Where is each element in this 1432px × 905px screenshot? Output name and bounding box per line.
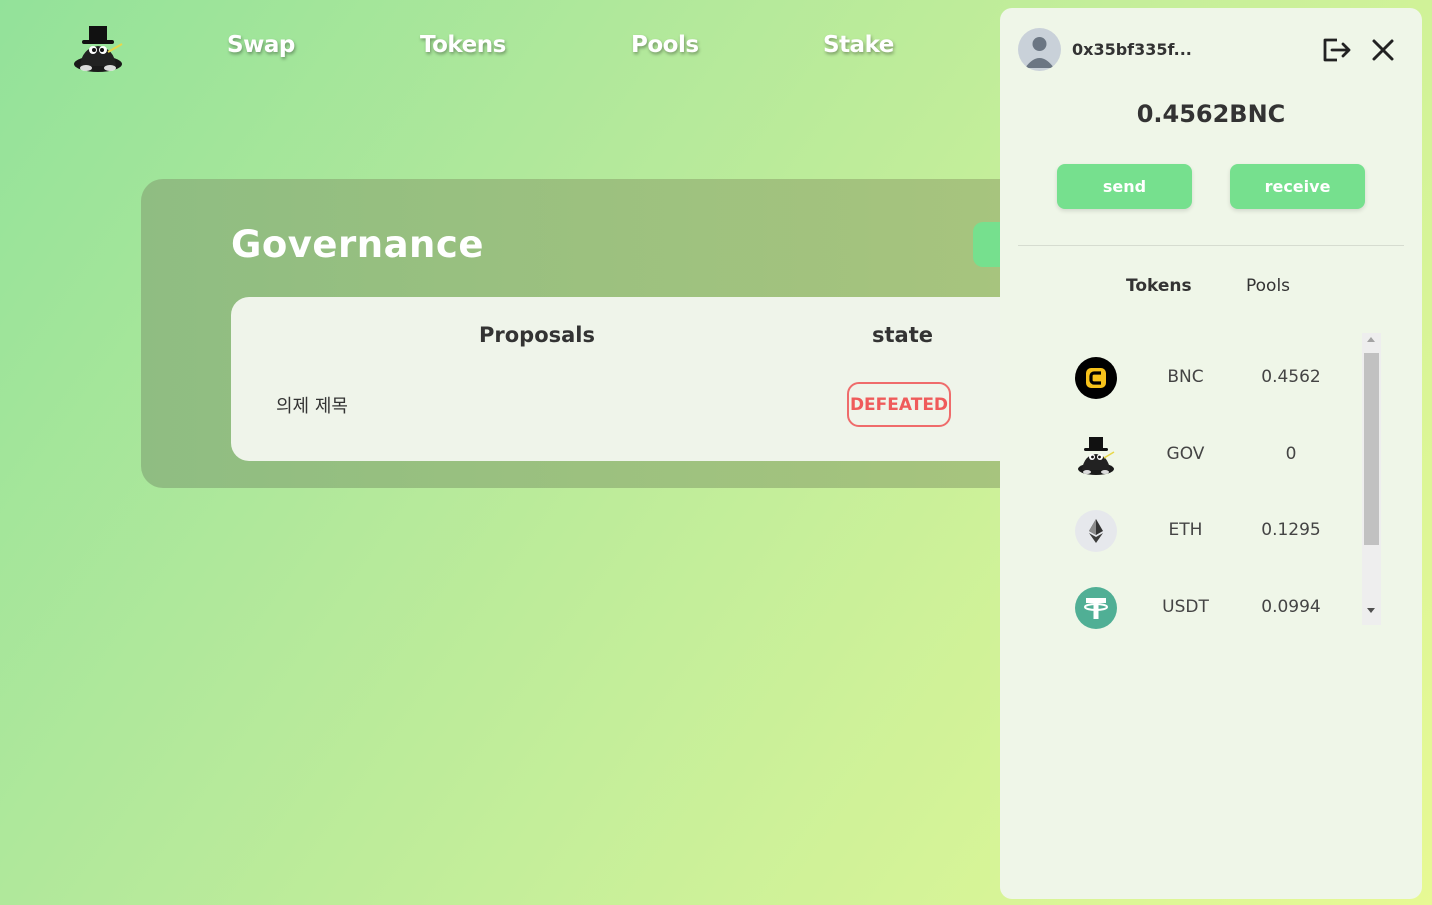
token-amount: 0.1295 <box>1261 520 1321 540</box>
state-column-header: state <box>872 323 933 347</box>
list-item[interactable]: ETH 0.1295 <box>1058 500 1358 560</box>
list-item[interactable]: GOV 0 <box>1058 424 1358 484</box>
logo-mascot-icon[interactable] <box>70 22 126 74</box>
governance-card: Governance Proposals state 의제 제목 DEFEATE… <box>141 179 1051 488</box>
tether-icon <box>1075 587 1117 629</box>
receive-button[interactable]: receive <box>1230 164 1365 209</box>
close-icon[interactable] <box>1370 37 1396 63</box>
gov-mascot-icon <box>1078 437 1115 475</box>
nav-stake[interactable]: Stake <box>823 32 894 58</box>
nav-tokens[interactable]: Tokens <box>420 32 506 58</box>
list-item[interactable]: USDT 0.0994 <box>1058 577 1358 637</box>
proposals-table: Proposals state 의제 제목 DEFEATED <box>231 297 1051 461</box>
token-amount: 0 <box>1285 444 1297 464</box>
wallet-balance: 0.4562BNC <box>1136 100 1286 128</box>
ethereum-icon <box>1075 510 1117 552</box>
token-symbol: ETH <box>1168 520 1203 540</box>
token-list-scrollbar[interactable] <box>1362 333 1381 625</box>
wallet-panel: 0x35bf335f... 0.4562BNC send receive Tok… <box>1000 8 1422 899</box>
tab-tokens[interactable]: Tokens <box>1126 276 1192 296</box>
bnc-coin-icon <box>1075 357 1117 399</box>
nav-swap[interactable]: Swap <box>227 32 295 58</box>
wallet-address: 0x35bf335f... <box>1072 40 1192 59</box>
send-button[interactable]: send <box>1057 164 1192 209</box>
token-symbol: USDT <box>1162 597 1209 617</box>
scroll-down-arrow-icon[interactable] <box>1367 608 1375 613</box>
nav-pools[interactable]: Pools <box>631 32 699 58</box>
divider <box>1018 245 1404 246</box>
avatar <box>1018 28 1061 71</box>
scroll-up-arrow-icon[interactable] <box>1367 337 1375 342</box>
logout-icon[interactable] <box>1320 34 1352 66</box>
token-symbol: BNC <box>1167 367 1204 387</box>
token-amount: 0.4562 <box>1261 367 1321 387</box>
tab-pools[interactable]: Pools <box>1246 276 1290 296</box>
user-icon <box>1025 37 1054 68</box>
list-item[interactable]: BNC 0.4562 <box>1058 347 1358 407</box>
status-badge: DEFEATED <box>847 382 951 427</box>
scroll-thumb[interactable] <box>1364 353 1379 545</box>
token-list: BNC 0.4562 GOV 0 ETH 0.1295 USDT 0.0994 <box>1058 331 1380 629</box>
page-title: Governance <box>231 223 484 266</box>
token-amount: 0.0994 <box>1261 597 1321 617</box>
proposal-title[interactable]: 의제 제목 <box>276 392 348 418</box>
proposals-column-header: Proposals <box>479 323 596 347</box>
token-symbol: GOV <box>1166 444 1205 464</box>
